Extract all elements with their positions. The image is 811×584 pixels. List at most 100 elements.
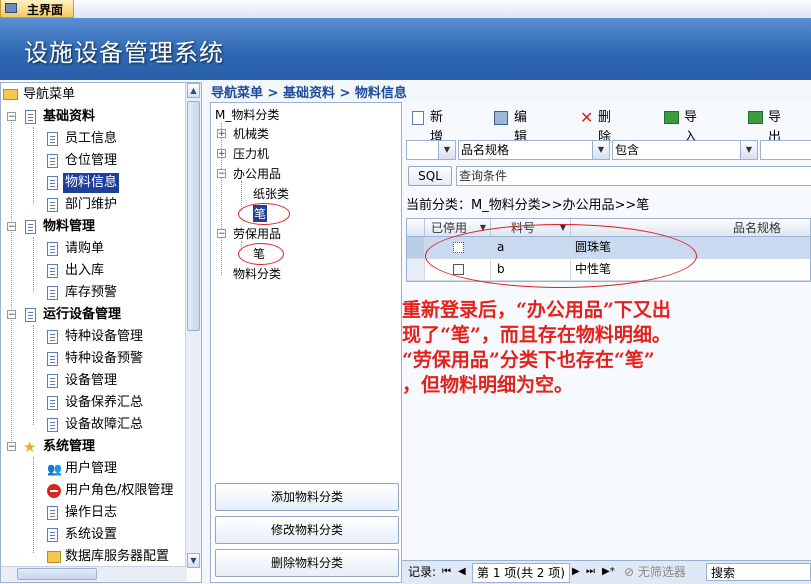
operator-select[interactable]: 包含 ▼ bbox=[612, 140, 758, 160]
nav-item-label: 数据库服务器配置 bbox=[65, 549, 170, 564]
form-icon bbox=[5, 3, 17, 13]
chevron-down-icon[interactable]: ▼ bbox=[740, 141, 757, 159]
last-record-icon[interactable]: ⏭ bbox=[586, 561, 595, 583]
users-icon: 👥 bbox=[47, 462, 62, 476]
chevron-down-icon[interactable]: ▼ bbox=[592, 141, 609, 159]
nav-item-label: 设备故障汇总 bbox=[65, 417, 144, 432]
nav-group-label: 运行设备管理 bbox=[43, 307, 122, 322]
search-input[interactable]: 搜索 bbox=[706, 563, 811, 581]
scroll-thumb[interactable] bbox=[17, 568, 97, 580]
new-icon bbox=[412, 111, 424, 125]
annotation-oval bbox=[238, 203, 290, 225]
document-tab-strip: 主界面 bbox=[0, 0, 811, 19]
tree-node-labor[interactable]: 劳保用品 bbox=[233, 225, 281, 242]
nav-group-label: 系统管理 bbox=[43, 439, 96, 454]
tab-main[interactable]: 主界面 bbox=[0, 0, 74, 18]
nav-item-label: 员工信息 bbox=[65, 131, 118, 146]
collapse-toggle[interactable]: − bbox=[7, 112, 16, 122]
document-icon bbox=[47, 264, 58, 278]
scroll-thumb[interactable] bbox=[187, 101, 200, 331]
header-label: 已停用 bbox=[431, 221, 468, 235]
sql-button[interactable]: SQL bbox=[408, 166, 452, 186]
nav-item-label: 特种设备预警 bbox=[65, 351, 144, 366]
expand-toggle[interactable]: + bbox=[217, 129, 226, 139]
delete-category-button[interactable]: 删除物料分类 bbox=[215, 549, 399, 577]
document-icon bbox=[47, 132, 58, 146]
scroll-up-icon[interactable]: ▲ bbox=[187, 83, 200, 98]
nav-item-label: 特种设备管理 bbox=[65, 329, 144, 344]
collapse-toggle[interactable]: − bbox=[7, 442, 16, 452]
next-record-icon[interactable]: ▶ bbox=[572, 561, 580, 583]
annotation-line: 重新登录后，“办公用品”下又出 bbox=[402, 299, 671, 321]
tree-node-paper[interactable]: 纸张类 bbox=[253, 185, 289, 202]
folder-icon bbox=[3, 89, 18, 100]
tree-node-press[interactable]: 压力机 bbox=[233, 145, 269, 162]
tree-line bbox=[33, 325, 34, 425]
collapse-toggle[interactable]: − bbox=[217, 229, 226, 239]
row-selector[interactable] bbox=[407, 237, 425, 258]
nav-root-label: 导航菜单 bbox=[23, 87, 76, 102]
collapse-toggle[interactable]: − bbox=[7, 222, 16, 232]
annotation-line: ，但物料明细为空。 bbox=[402, 374, 574, 396]
field-select-value: 品名规格 bbox=[461, 143, 510, 157]
document-icon bbox=[25, 220, 36, 234]
new-record-icon[interactable]: ▶* bbox=[602, 561, 615, 583]
value-input[interactable] bbox=[760, 140, 811, 160]
document-icon bbox=[47, 286, 58, 300]
excel-import-icon bbox=[664, 111, 679, 124]
header-banner: 设施设备管理系统 bbox=[0, 18, 811, 80]
collapse-toggle[interactable]: − bbox=[7, 310, 16, 320]
tree-line bbox=[33, 127, 34, 205]
tree-root[interactable]: M_物料分类 bbox=[215, 106, 279, 123]
logic-select[interactable]: ▼ bbox=[406, 140, 456, 160]
nav-item-label: 操作日志 bbox=[65, 505, 118, 520]
tree-node-category[interactable]: 物料分类 bbox=[233, 265, 281, 282]
add-category-button[interactable]: 添加物料分类 bbox=[215, 483, 399, 511]
query-condition-input[interactable]: 查询条件 bbox=[456, 166, 811, 186]
nav-item-label: 设备管理 bbox=[65, 373, 118, 388]
nav-horizontal-scrollbar[interactable] bbox=[1, 566, 187, 582]
document-icon bbox=[47, 176, 58, 190]
filter-button[interactable]: ⊘ 无筛选器 bbox=[624, 561, 686, 583]
nav-item-label: 用户管理 bbox=[65, 461, 118, 476]
chevron-down-icon[interactable]: ▼ bbox=[438, 141, 455, 159]
app-title: 设施设备管理系统 bbox=[24, 39, 224, 67]
record-position[interactable]: 第 1 项(共 2 项) bbox=[472, 563, 570, 583]
document-icon bbox=[25, 308, 36, 322]
scroll-down-icon[interactable]: ▼ bbox=[187, 553, 200, 568]
nav-vertical-scrollbar[interactable]: ▲ ▼ bbox=[185, 83, 201, 568]
nav-group-label: 基础资料 bbox=[43, 109, 96, 124]
document-icon bbox=[47, 396, 58, 410]
tree-line bbox=[221, 123, 222, 275]
excel-export-icon bbox=[748, 111, 763, 124]
edit-category-button[interactable]: 修改物料分类 bbox=[215, 516, 399, 544]
document-icon bbox=[47, 154, 58, 168]
record-navigation-bar: 记录: ⏮ ◀ 第 1 项(共 2 项) ▶ ⏭ ▶* ⊘ 无筛选器 搜索 bbox=[402, 560, 811, 584]
expand-toggle[interactable]: + bbox=[217, 149, 226, 159]
document-icon bbox=[47, 330, 58, 344]
filter-label: 无筛选器 bbox=[637, 565, 686, 579]
delete-icon: ✕ bbox=[580, 108, 594, 127]
annotation-line: “劳保用品”分类下也存在“笔” bbox=[402, 349, 655, 371]
annotation-note: 重新登录后，“办公用品”下又出 现了“笔”，而且存在物料明细。 “劳保用品”分类… bbox=[402, 298, 811, 398]
collapse-toggle[interactable]: − bbox=[217, 169, 226, 179]
nav-item-label: 仓位管理 bbox=[65, 153, 118, 168]
field-select[interactable]: 品名规格 ▼ bbox=[458, 140, 610, 160]
first-record-icon[interactable]: ⏮ bbox=[442, 561, 451, 583]
header-label: 品名规格 bbox=[732, 221, 781, 235]
annotation-line: 现了“笔”，而且存在物料明细。 bbox=[402, 324, 671, 346]
document-icon bbox=[47, 352, 58, 366]
nav-item-label: 系统设置 bbox=[65, 527, 118, 542]
document-icon bbox=[47, 198, 58, 212]
document-icon bbox=[25, 110, 36, 124]
tree-node-office[interactable]: 办公用品 bbox=[233, 165, 281, 182]
tree-line bbox=[11, 117, 12, 449]
category-tree-panel: M_物料分类 + 机械类 + 压力机 − 办公用品 纸张类 笔 − 劳保用品 笔… bbox=[210, 102, 402, 583]
tree-node-machinery[interactable]: 机械类 bbox=[233, 125, 269, 142]
no-entry-icon bbox=[47, 484, 61, 498]
row-selector-header[interactable] bbox=[407, 219, 425, 237]
prev-record-icon[interactable]: ◀ bbox=[458, 561, 466, 583]
nav-item-label: 用户角色/权限管理 bbox=[65, 483, 174, 498]
edit-icon bbox=[494, 111, 508, 125]
row-selector[interactable] bbox=[407, 259, 425, 280]
